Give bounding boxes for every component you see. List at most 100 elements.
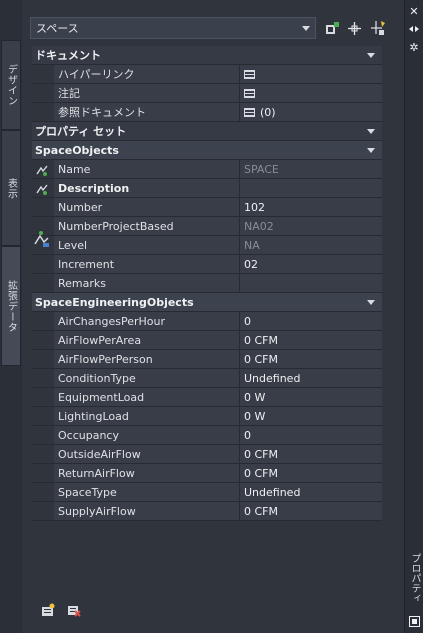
table-row[interactable]: Name SPACE (32, 160, 382, 179)
property-value[interactable] (240, 65, 382, 83)
table-row[interactable]: OutsideAirFlow 0 CFM (32, 445, 382, 464)
tab-design-label: デザイン (5, 64, 17, 106)
property-name: Increment (54, 255, 240, 273)
property-value[interactable] (240, 274, 382, 292)
property-name: SupplyAirFlow (54, 502, 240, 520)
table-row[interactable]: AirFlowPerPerson 0 CFM (32, 350, 382, 369)
tab-extended-data-label: 拡張データ (5, 279, 17, 333)
property-name: Number (54, 198, 240, 216)
section-space-objects-title: SpaceObjects (35, 143, 119, 157)
section-document-title: ドキュメント (35, 49, 101, 62)
object-type-select[interactable]: スペース (30, 17, 316, 39)
table-row[interactable]: LightingLoad 0 W (32, 407, 382, 426)
property-value[interactable]: Undefined (240, 483, 382, 501)
table-row[interactable]: ReturnAirFlow 0 CFM (32, 464, 382, 483)
property-value[interactable]: 0 CFM (240, 464, 382, 482)
table-row[interactable]: Occupancy 0 (32, 426, 382, 445)
section-document-header[interactable]: ドキュメント (32, 46, 382, 65)
quick-select-icon (371, 21, 385, 35)
level-property-icon (34, 231, 49, 247)
remove-property-set-icon[interactable] (67, 603, 81, 617)
property-value[interactable]: 0 CFM (240, 445, 382, 463)
section-space-objects-header[interactable]: SpaceObjects (32, 141, 382, 160)
table-icon (244, 69, 255, 79)
property-name: AirFlowPerPerson (54, 350, 240, 368)
palette-tab-strip: デザイン 表示 拡張データ (0, 0, 22, 633)
table-icon (244, 107, 255, 117)
tab-extended-data[interactable]: 拡張データ (1, 246, 21, 366)
section-property-sets-header[interactable]: プロパティ セット (32, 122, 382, 141)
table-row[interactable]: Increment 02 (32, 255, 382, 274)
close-icon[interactable]: ✕ (407, 4, 421, 18)
add-selection-icon (325, 21, 339, 34)
table-row[interactable]: NumberProjectBased NA02 (32, 217, 382, 236)
property-value[interactable]: 0 (240, 312, 382, 330)
property-name: 参照ドキュメント (54, 103, 240, 121)
crosshair-icon (347, 21, 361, 35)
add-selection-button[interactable] (322, 17, 342, 39)
property-value[interactable]: 02 (240, 255, 382, 273)
table-row[interactable]: ConditionType Undefined (32, 369, 382, 388)
property-name: AirChangesPerHour (54, 312, 240, 330)
table-row[interactable]: 参照ドキュメント (0) (32, 103, 382, 122)
property-value[interactable]: SPACE (240, 160, 382, 178)
table-row[interactable]: Remarks (32, 274, 382, 293)
chevron-down-icon (367, 53, 375, 58)
property-name: Description (54, 179, 240, 197)
property-name: ConditionType (54, 369, 240, 387)
table-row[interactable]: Description (32, 179, 382, 198)
table-row[interactable]: 注記 (32, 84, 382, 103)
properties-palette: デザイン 表示 拡張データ スペース ドキュメント ハイパーリンク 注記 参照ド… (0, 0, 423, 633)
table-row[interactable]: SpaceType Undefined (32, 483, 382, 502)
property-name: ハイパーリンク (54, 65, 240, 83)
table-row[interactable]: AirChangesPerHour 0 (32, 312, 382, 331)
bottom-toolbar (41, 603, 81, 617)
property-value[interactable]: 0 (240, 426, 382, 444)
property-name: 注記 (54, 84, 240, 102)
property-value[interactable]: 102 (240, 198, 382, 216)
property-value[interactable]: 0 W (240, 388, 382, 406)
palette-menu-icon[interactable] (407, 614, 421, 628)
section-space-engineering-title: SpaceEngineeringObjects (35, 295, 194, 309)
chevron-down-icon (367, 300, 375, 305)
table-row[interactable]: Number 102 (32, 198, 382, 217)
formula-property-icon (36, 184, 48, 195)
table-row[interactable]: EquipmentLoad 0 W (32, 388, 382, 407)
properties-main: スペース ドキュメント ハイパーリンク 注記 参照ドキュメント (0) プロパテ… (24, 0, 404, 633)
quick-select-button[interactable] (368, 17, 388, 39)
object-type-value: スペース (36, 22, 79, 35)
property-value[interactable]: (0) (240, 103, 382, 121)
property-name: EquipmentLoad (54, 388, 240, 406)
property-value[interactable] (240, 179, 382, 197)
property-name: Name (54, 160, 240, 178)
property-name: ReturnAirFlow (54, 464, 240, 482)
tab-design[interactable]: デザイン (1, 40, 21, 130)
property-value[interactable]: 0 W (240, 407, 382, 425)
table-row[interactable]: ハイパーリンク (32, 65, 382, 84)
property-value[interactable]: Undefined (240, 369, 382, 387)
palette-title: プロパティ (409, 553, 420, 603)
property-value[interactable]: 0 CFM (240, 502, 382, 520)
property-name: AirFlowPerArea (54, 331, 240, 349)
table-icon (244, 88, 255, 98)
property-name: LightingLoad (54, 407, 240, 425)
table-row[interactable]: SupplyAirFlow 0 CFM (32, 502, 382, 521)
formula-property-icon (36, 165, 48, 176)
section-property-sets-title: プロパティ セット (35, 125, 127, 138)
select-objects-button[interactable] (344, 17, 364, 39)
property-value[interactable]: NA (240, 236, 382, 254)
property-value[interactable] (240, 84, 382, 102)
property-name: NumberProjectBased (54, 217, 240, 235)
table-row[interactable]: AirFlowPerArea 0 CFM (32, 331, 382, 350)
property-grid: ドキュメント ハイパーリンク 注記 参照ドキュメント (0) プロパティ セット (32, 46, 382, 521)
section-space-engineering-header[interactable]: SpaceEngineeringObjects (32, 293, 382, 312)
property-value[interactable]: NA02 (240, 217, 382, 235)
auto-hide-icon[interactable] (407, 22, 421, 36)
gear-icon[interactable]: ✲ (407, 40, 421, 54)
property-name: Level (54, 236, 240, 254)
property-value[interactable]: 0 CFM (240, 331, 382, 349)
table-row[interactable]: Level NA (32, 231, 382, 255)
tab-display[interactable]: 表示 (1, 130, 21, 246)
property-value[interactable]: 0 CFM (240, 350, 382, 368)
add-property-set-icon[interactable] (41, 603, 55, 617)
